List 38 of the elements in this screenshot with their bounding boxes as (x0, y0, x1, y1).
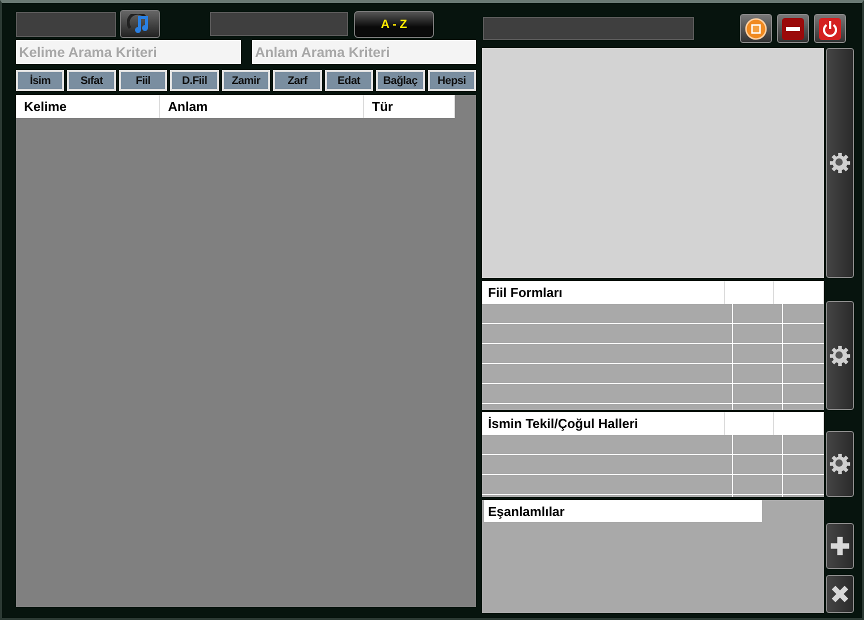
text-field[interactable] (483, 17, 694, 40)
power-icon (818, 16, 842, 40)
plus-icon (829, 535, 851, 557)
search-field[interactable]: Anlam Arama Kriteri (252, 40, 476, 64)
filter-button[interactable]: D.Fiil (170, 70, 219, 91)
settings-button[interactable] (826, 301, 854, 410)
filter-button[interactable]: Sıfat (67, 70, 116, 91)
table-title: İsmin Tekil/Çoğul Halleri (482, 412, 725, 435)
filter-button[interactable]: Hepsi (428, 70, 476, 91)
text-field[interactable] (210, 12, 348, 36)
gear-icon (829, 152, 851, 174)
stop-button[interactable] (740, 14, 772, 43)
sort-button[interactable]: A - Z (354, 10, 434, 38)
column-header[interactable]: Anlam (160, 95, 364, 118)
filter-button[interactable]: Edat (324, 70, 374, 91)
power-button[interactable] (814, 14, 846, 43)
filter-button[interactable]: Zarf (273, 70, 322, 91)
text-field[interactable] (16, 12, 116, 36)
gear-icon (829, 453, 851, 475)
add-button[interactable] (826, 523, 854, 569)
close-icon (829, 583, 851, 605)
minimize-button[interactable] (777, 14, 809, 43)
filter-button[interactable]: Zamir (222, 70, 270, 91)
filter-button[interactable]: İsim (16, 70, 64, 91)
column-header[interactable]: Kelime (16, 95, 160, 118)
filter-button[interactable]: Bağlaç (376, 70, 424, 91)
minimize-icon (781, 16, 805, 40)
gear-icon (829, 344, 851, 366)
list-header: Eşanlamlılar (484, 500, 762, 522)
table-title: Fiil Formları (482, 281, 725, 304)
column-header[interactable]: Tür (364, 95, 455, 118)
search-field[interactable]: Kelime Arama Kriteri (16, 40, 241, 64)
filter-button[interactable]: Fiil (118, 70, 168, 91)
settings-button[interactable] (826, 431, 854, 497)
settings-button[interactable] (826, 48, 854, 278)
stop-icon (744, 16, 768, 40)
delete-button[interactable] (826, 575, 854, 613)
music-button[interactable] (120, 10, 160, 38)
